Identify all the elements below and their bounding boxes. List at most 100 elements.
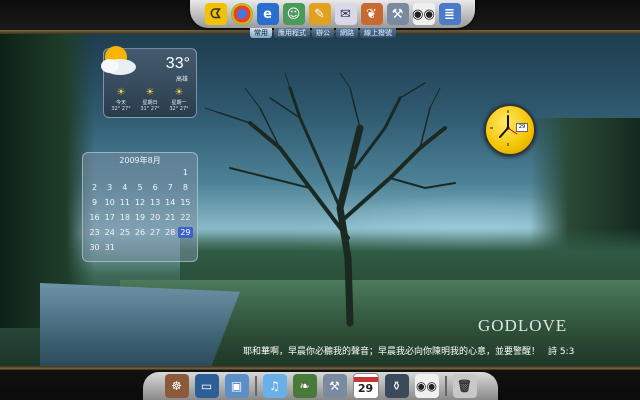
tab-office[interactable]: 辦公 — [312, 28, 334, 38]
tab-common[interactable]: 常用 — [250, 28, 272, 38]
forecast-day-label: 星期日 — [142, 100, 158, 106]
calendar-day[interactable]: 30 — [87, 242, 102, 253]
contacts-icon[interactable]: ☺ — [282, 3, 305, 25]
calendar-day[interactable]: 19 — [132, 212, 147, 223]
calendar-day — [163, 167, 178, 178]
calendar-day — [148, 242, 163, 253]
verse-reference: 詩 5:3 — [548, 347, 575, 357]
bottom-dock: ☸ ▭ ▣ ♫ ❧ ⚒ 29 ⚱ ◉◉ 🗑 — [143, 372, 498, 400]
calendar-icon-day: 29 — [357, 382, 374, 395]
weather-widget[interactable]: 33° 高雄 ☀ 今天 32° 27° ☀ 星期日 31° 27° ☀ 星期一 … — [101, 46, 197, 118]
ie-icon[interactable]: e — [256, 3, 279, 25]
top-dock: ᗧ e ☺ ✎ ✉ ❦ ⚒ ◉◉ ≣ — [190, 0, 475, 28]
calendar-day[interactable]: 28 — [163, 227, 178, 238]
forecast-day: ☀ 星期日 31° 27° — [137, 87, 163, 112]
rabbit-icon[interactable]: ❦ — [360, 3, 383, 25]
pencil-icon[interactable]: ✎ — [308, 3, 331, 25]
forest-left — [0, 28, 95, 328]
calendar-day[interactable]: 4 — [117, 182, 132, 193]
wallpaper-watermark: GODLOVE — [478, 316, 568, 335]
calendar-day[interactable]: 7 — [163, 182, 178, 193]
calendar-day[interactable]: 31 — [102, 242, 117, 253]
itunes-icon[interactable]: ♫ — [262, 374, 287, 398]
forecast-day-label: 星期一 — [171, 100, 187, 106]
dock-separator — [444, 376, 447, 396]
calendar-icon[interactable]: 29 — [352, 373, 379, 399]
tab-strip: 常用 應用程式 辦公 網路 線上撥號 — [250, 28, 396, 38]
bird-icon[interactable]: ❧ — [292, 374, 317, 398]
calendar-day[interactable]: 24 — [102, 227, 117, 238]
calendar-day[interactable]: 21 — [163, 212, 178, 223]
calendar-month-header: 2009年8月 — [119, 156, 161, 165]
verse-text: 耶和華啊，早晨你必聽我的聲音；早晨我必向你陳明我的心意，並要警醒！ — [243, 347, 541, 357]
calendar-day[interactable]: 12 — [132, 197, 147, 208]
tools-icon[interactable]: ⚒ — [386, 3, 409, 25]
calendar-day — [132, 242, 147, 253]
sun-cloud-icon: ☀ — [174, 87, 184, 98]
calendar-day[interactable]: 22 — [178, 212, 193, 223]
calendar-day[interactable]: 8 — [178, 182, 193, 193]
calendar-widget[interactable]: 2009年8月 1 2 3 4 5 6 7 8 9 10 11 12 13 14 15 16 17 18 19 20 2… — [82, 152, 198, 262]
partly-cloudy-icon — [101, 46, 136, 75]
eyes-icon[interactable]: ◉◉ — [414, 374, 439, 398]
calendar-day — [178, 242, 193, 253]
calendar-day — [132, 167, 147, 178]
calendar-day[interactable]: 3 — [102, 182, 117, 193]
forecast-range: 32° 27° — [169, 106, 189, 112]
forecast-day-label: 今天 — [115, 100, 126, 106]
calendar-day-today[interactable]: 29 — [177, 227, 193, 238]
calendar-day — [102, 167, 117, 178]
eyes-icon[interactable]: ◉◉ — [412, 3, 435, 25]
calendar-day — [148, 167, 163, 178]
stack-icon[interactable]: ≣ — [438, 3, 461, 25]
calendar-day[interactable]: 6 — [148, 182, 163, 193]
calendar-day — [117, 167, 132, 178]
calendar-day[interactable]: 20 — [148, 212, 163, 223]
sun-cloud-icon: ☀ — [145, 87, 155, 98]
tab-applications[interactable]: 應用程式 — [274, 28, 310, 38]
calendar-day[interactable]: 5 — [132, 182, 147, 193]
trash-icon[interactable]: 🗑 — [452, 374, 477, 398]
jar-icon[interactable]: ⚱ — [384, 374, 409, 398]
calendar-day[interactable]: 14 — [163, 197, 178, 208]
calendar-grid: 1 2 3 4 5 6 7 8 9 10 11 12 13 14 15 16 17 18 19 20 21 22 23 24 2… — [87, 167, 193, 253]
calendar-day — [87, 167, 102, 178]
calendar-day[interactable]: 16 — [87, 212, 102, 223]
forecast-day: ☀ 星期一 32° 27° — [166, 87, 192, 112]
pac-icon[interactable]: ᗧ — [204, 3, 227, 25]
dock-separator — [254, 376, 257, 396]
forecast-range: 31° 27° — [140, 106, 160, 112]
calendar-day[interactable]: 27 — [148, 227, 163, 238]
mail-icon[interactable]: ✉ — [334, 3, 357, 25]
bare-tree — [204, 72, 456, 327]
calendar-day[interactable]: 9 — [87, 197, 102, 208]
chrome-icon[interactable] — [230, 3, 253, 25]
weather-location: 高雄 — [175, 76, 188, 83]
calendar-day[interactable]: 26 — [132, 227, 147, 238]
weather-temperature: 33° — [165, 55, 190, 72]
wallpaper-verse: 耶和華啊，早晨你必聽我的聲音；早晨我必向你陳明我的心意，並要警醒！ 詩 5:3 — [243, 344, 574, 357]
calendar-day — [117, 242, 132, 253]
calendar-day[interactable]: 1 — [178, 167, 193, 178]
calendar-day[interactable]: 25 — [117, 227, 132, 238]
calendar-day[interactable]: 10 — [102, 197, 117, 208]
weather-forecast: ☀ 今天 32° 27° ☀ 星期日 31° 27° ☀ 星期一 32° 27° — [108, 87, 192, 112]
analog-clock-widget[interactable]: 29 — [484, 104, 536, 156]
display-icon[interactable]: ▣ — [224, 374, 249, 398]
sun-cloud-icon: ☀ — [116, 87, 126, 98]
calendar-day[interactable]: 17 — [102, 212, 117, 223]
calendar-day[interactable]: 2 — [87, 182, 102, 193]
calendar-day[interactable]: 18 — [117, 212, 132, 223]
desktop-icon[interactable]: ▭ — [194, 374, 219, 398]
tab-online-dial[interactable]: 線上撥號 — [360, 28, 396, 38]
forecast-day: ☀ 今天 32° 27° — [108, 87, 134, 112]
finder-icon[interactable]: ☸ — [164, 374, 189, 398]
calendar-day[interactable]: 15 — [178, 197, 193, 208]
forecast-range: 32° 27° — [111, 106, 131, 112]
clock-date: 29 — [516, 123, 528, 132]
calendar-day[interactable]: 23 — [87, 227, 102, 238]
calendar-day[interactable]: 11 — [117, 197, 132, 208]
tools-icon[interactable]: ⚒ — [322, 374, 347, 398]
calendar-day[interactable]: 13 — [148, 197, 163, 208]
tab-network[interactable]: 網路 — [336, 28, 358, 38]
